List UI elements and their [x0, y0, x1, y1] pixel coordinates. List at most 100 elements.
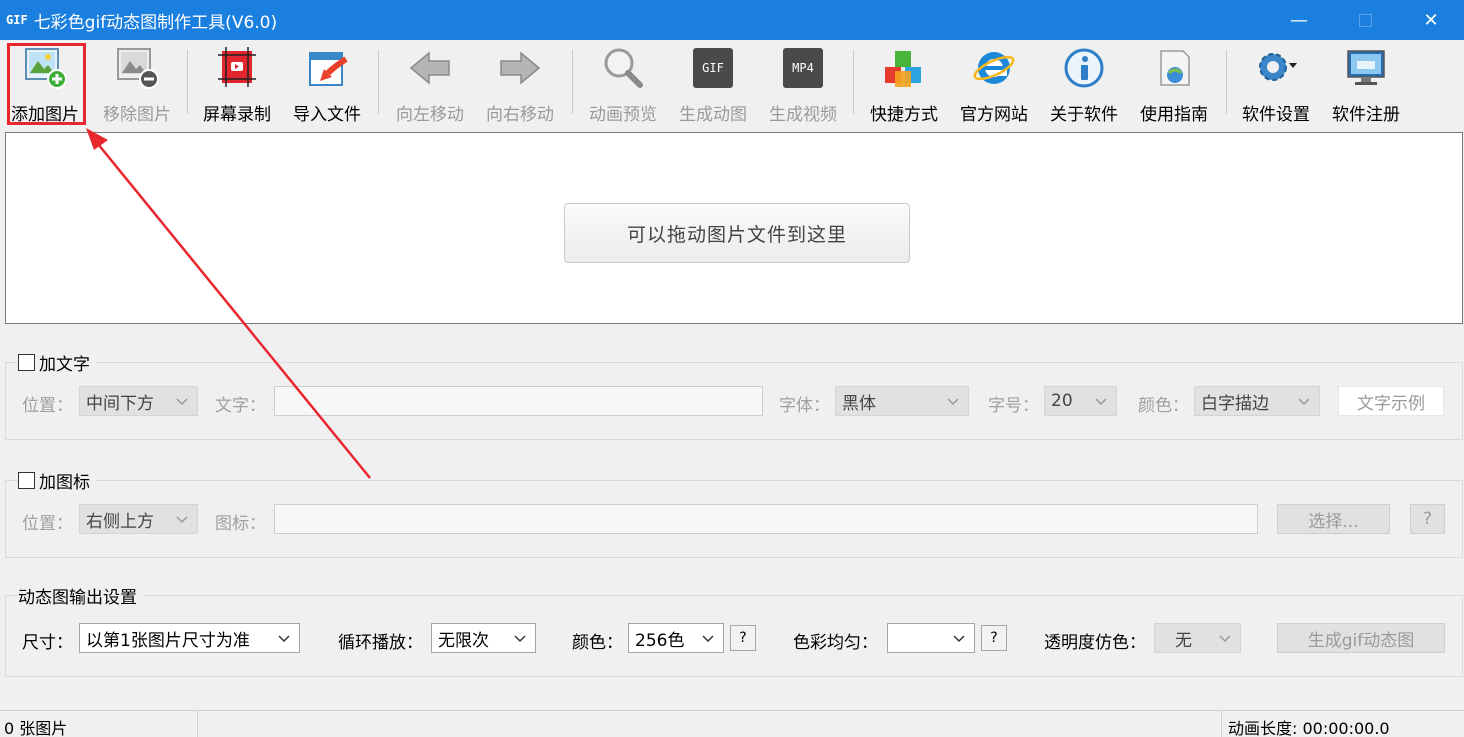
- toolbar-separator: [1226, 50, 1227, 114]
- choose-icon-button[interactable]: 选择...: [1277, 504, 1390, 534]
- maximize-button[interactable]: [1332, 0, 1398, 40]
- text-content-input[interactable]: [274, 386, 763, 416]
- about-button[interactable]: 关于软件: [1045, 44, 1123, 126]
- title-bar: GIF 七彩色gif动态图制作工具(V6.0) — ✕: [0, 0, 1464, 40]
- dither-select[interactable]: 无: [1154, 623, 1241, 653]
- output-settings-title: 动态图输出设置: [18, 588, 137, 608]
- maximize-icon: [1358, 13, 1372, 27]
- make-gif-button[interactable]: GIF 生成动图: [674, 44, 752, 126]
- preview-button[interactable]: 动画预览: [584, 44, 662, 126]
- settings-button[interactable]: 软件设置: [1237, 44, 1315, 126]
- chevron-down-icon: [176, 516, 188, 524]
- font-size-label: 字号：: [988, 396, 1039, 416]
- magnifier-icon: [599, 44, 647, 92]
- output-size-value: 以第1张图片尺寸为准: [86, 630, 250, 651]
- gear-icon: [1252, 44, 1300, 92]
- move-right-label: 向右移动: [486, 105, 554, 125]
- web-document-icon: [1150, 44, 1198, 92]
- add-text-title: 加文字: [39, 355, 90, 375]
- monitor-icon: [1342, 44, 1390, 92]
- cubes-icon: [880, 44, 928, 92]
- output-settings-legend: 动态图输出设置: [18, 583, 143, 608]
- add-icon-legend: 加图标: [18, 468, 96, 493]
- status-divider: [197, 711, 198, 737]
- chevron-down-icon: [1298, 398, 1310, 406]
- text-position-value: 中间下方: [86, 393, 154, 414]
- animation-duration-status: 动画长度: 00:00:00.0: [1228, 719, 1390, 737]
- gif-icon: GIF: [689, 44, 737, 92]
- font-label: 字体：: [779, 396, 830, 416]
- output-color-value: 256色: [635, 630, 685, 651]
- output-color-help-button[interactable]: ?: [730, 625, 756, 651]
- dither-label: 透明度仿色：: [1044, 633, 1146, 653]
- mp4-badge: MP4: [783, 48, 823, 88]
- color-balance-label: 色彩均匀：: [793, 633, 878, 653]
- add-text-checkbox[interactable]: [18, 354, 35, 371]
- icon-help-button[interactable]: ?: [1410, 504, 1445, 534]
- text-position-select[interactable]: 中间下方: [79, 386, 198, 416]
- register-button[interactable]: 软件注册: [1327, 44, 1405, 126]
- text-sample-button[interactable]: 文字示例: [1338, 386, 1444, 416]
- text-content-label: 文字：: [215, 396, 266, 416]
- chevron-down-icon: [1095, 398, 1107, 406]
- move-right-button[interactable]: 向右移动: [481, 44, 559, 126]
- drop-hint-button[interactable]: 可以拖动图片文件到这里: [564, 203, 910, 263]
- text-position-label: 位置：: [22, 396, 73, 416]
- screen-record-label: 屏幕录制: [203, 105, 271, 125]
- move-left-button[interactable]: 向左移动: [391, 44, 469, 126]
- output-color-select[interactable]: 256色: [628, 623, 724, 653]
- font-size-select[interactable]: 20: [1044, 386, 1117, 416]
- status-divider: [1221, 711, 1222, 737]
- add-icon-group: 加图标 位置： 右侧上方 图标： 选择... ?: [5, 468, 1463, 558]
- chevron-down-icon: [278, 635, 290, 643]
- generate-gif-button[interactable]: 生成gif动态图: [1277, 623, 1445, 653]
- image-drop-zone[interactable]: 可以拖动图片文件到这里: [5, 132, 1463, 324]
- import-file-label: 导入文件: [293, 105, 361, 125]
- preview-label: 动画预览: [589, 105, 657, 125]
- screen-record-button[interactable]: 屏幕录制: [198, 44, 276, 126]
- text-color-value: 白字描边: [1201, 393, 1269, 414]
- arrow-left-icon: [406, 44, 454, 92]
- icon-position-value: 右侧上方: [86, 511, 154, 532]
- close-button[interactable]: ✕: [1398, 0, 1464, 40]
- add-icon-title: 加图标: [39, 473, 90, 493]
- guide-label: 使用指南: [1140, 105, 1208, 125]
- window-controls: — ✕: [1266, 0, 1464, 40]
- loop-select[interactable]: 无限次: [431, 623, 536, 653]
- website-button[interactable]: 官方网站: [955, 44, 1033, 126]
- icon-position-select[interactable]: 右侧上方: [79, 504, 198, 534]
- shortcut-button[interactable]: 快捷方式: [865, 44, 943, 126]
- text-color-select[interactable]: 白字描边: [1194, 386, 1320, 416]
- guide-button[interactable]: 使用指南: [1135, 44, 1213, 126]
- text-color-label: 颜色：: [1138, 396, 1189, 416]
- icon-path-input[interactable]: [274, 504, 1258, 534]
- color-balance-select[interactable]: [887, 623, 975, 653]
- font-value: 黑体: [842, 393, 876, 414]
- font-size-value: 20: [1051, 391, 1073, 411]
- output-size-select[interactable]: 以第1张图片尺寸为准: [79, 623, 300, 653]
- remove-image-label: 移除图片: [103, 105, 171, 125]
- add-icon-checkbox[interactable]: [18, 472, 35, 489]
- minimize-button[interactable]: —: [1266, 0, 1332, 40]
- move-left-label: 向左移动: [396, 105, 464, 125]
- arrow-right-icon: [496, 44, 544, 92]
- import-file-button[interactable]: 导入文件: [288, 44, 366, 126]
- chevron-down-icon: [1219, 635, 1231, 643]
- register-label: 软件注册: [1332, 105, 1400, 125]
- remove-image-button[interactable]: 移除图片: [98, 44, 176, 126]
- add-text-group: 加文字 位置： 中间下方 文字： 字体： 黑体 字号： 20 颜色： 白字描边 …: [5, 350, 1463, 440]
- toolbar-separator: [572, 50, 573, 114]
- output-color-label: 颜色：: [572, 633, 623, 653]
- toolbar-separator: [187, 50, 188, 114]
- gif-badge: GIF: [693, 48, 733, 88]
- make-video-button[interactable]: MP4 生成视频: [764, 44, 842, 126]
- color-balance-help-button[interactable]: ?: [981, 625, 1007, 651]
- import-file-icon: [303, 44, 351, 92]
- icon-path-label: 图标：: [215, 514, 266, 534]
- add-image-highlight-box: [7, 43, 86, 125]
- app-icon: GIF: [6, 13, 28, 27]
- output-settings-group: 动态图输出设置 尺寸： 以第1张图片尺寸为准 循环播放： 无限次 颜色： 256…: [5, 583, 1463, 677]
- toolbar-separator: [378, 50, 379, 114]
- chevron-down-icon: [702, 635, 714, 643]
- font-select[interactable]: 黑体: [835, 386, 969, 416]
